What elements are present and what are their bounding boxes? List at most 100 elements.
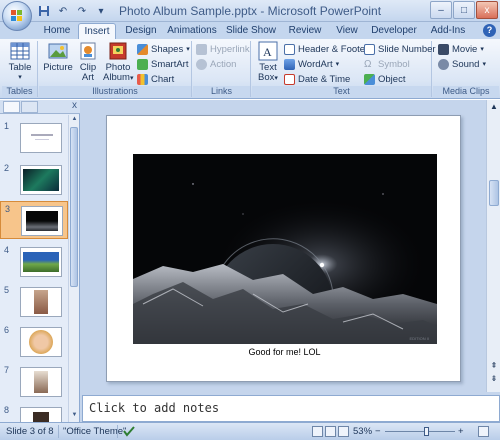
subtitle-line-shape bbox=[35, 139, 49, 140]
outline-tab-icon[interactable] bbox=[21, 101, 38, 113]
picture-button[interactable]: Picture bbox=[43, 41, 73, 73]
maximize-button[interactable]: □ bbox=[453, 1, 475, 19]
thumbnails-scrollbar[interactable]: ▲ ▼ bbox=[68, 115, 79, 422]
slide-thumb-6[interactable]: 6 bbox=[0, 323, 68, 361]
undo-icon[interactable]: ↶ bbox=[55, 3, 71, 19]
notes-pane[interactable]: Click to add notes bbox=[82, 395, 500, 422]
header-footer-button[interactable]: Header & Footer bbox=[284, 43, 368, 56]
slide-show-view-icon[interactable] bbox=[338, 426, 349, 437]
symbol-button[interactable]: Ω Symbol bbox=[364, 58, 410, 71]
sound-button[interactable]: Sound ▾ bbox=[438, 58, 486, 71]
scroll-down-icon[interactable]: ▼ bbox=[70, 412, 79, 421]
shapes-button[interactable]: Shapes ▾ bbox=[137, 43, 190, 56]
fit-to-window-icon[interactable] bbox=[478, 426, 489, 437]
action-button[interactable]: Action bbox=[196, 58, 236, 71]
slide-number-icon bbox=[364, 44, 375, 55]
office-logo-icon bbox=[11, 10, 23, 22]
tab-add-ins[interactable]: Add-Ins bbox=[428, 23, 468, 39]
normal-view-icon[interactable] bbox=[312, 426, 323, 437]
zoom-slider-knob[interactable] bbox=[424, 427, 429, 436]
close-button[interactable]: x bbox=[476, 1, 498, 19]
slide-photo[interactable]: EDITION II bbox=[133, 154, 437, 344]
photo-album-button[interactable]: Photo Album▾ bbox=[103, 41, 133, 84]
zoom-slider[interactable] bbox=[385, 431, 455, 432]
group-media-clips: Movie ▾ Sound ▾ Media Clips bbox=[433, 41, 499, 97]
slide-number-label: Slide Number bbox=[378, 44, 436, 55]
slide-thumb-number: 2 bbox=[4, 163, 10, 173]
slide-sorter-view-icon[interactable] bbox=[325, 426, 336, 437]
slide-caption[interactable]: Good for me! LOL bbox=[107, 347, 462, 357]
tab-home[interactable]: Home bbox=[38, 23, 76, 39]
next-slide-icon[interactable]: ⇟ bbox=[489, 374, 499, 383]
zoom-in-button[interactable]: + bbox=[458, 426, 464, 437]
slide-scrollbar[interactable]: ▲ ⇞ ⇟ bbox=[486, 100, 500, 392]
wordart-label: WordArt bbox=[298, 59, 333, 70]
office-button[interactable] bbox=[2, 1, 32, 31]
group-links: Hyperlink Action Links bbox=[193, 41, 251, 97]
group-tables: Table ▾ Tables bbox=[2, 41, 38, 97]
previous-slide-icon[interactable]: ⇞ bbox=[489, 361, 499, 370]
slide-thumb-7[interactable]: 7 bbox=[0, 363, 68, 401]
slide-thumb-4[interactable]: 4 bbox=[0, 243, 68, 281]
slide-thumb-8[interactable]: 8 bbox=[0, 403, 68, 422]
customize-qat-icon[interactable]: ▾ bbox=[93, 3, 109, 19]
ribbon: Table ▾ Tables Picture Clip Art Photo Al… bbox=[0, 39, 500, 99]
date-time-button[interactable]: Date & Time bbox=[284, 73, 350, 86]
hyperlink-button[interactable]: Hyperlink bbox=[196, 43, 250, 56]
scroll-up-icon[interactable]: ▲ bbox=[489, 102, 499, 111]
clip-art-button[interactable]: Clip Art bbox=[77, 41, 99, 83]
redo-icon[interactable]: ↷ bbox=[74, 3, 90, 19]
slide-thumb-1[interactable]: 1 bbox=[0, 119, 68, 157]
slide-thumb-number: 5 bbox=[4, 285, 10, 295]
tab-design[interactable]: Design bbox=[121, 23, 161, 39]
zoom-out-button[interactable]: − bbox=[375, 426, 381, 437]
slide-thumb-number: 8 bbox=[4, 405, 10, 415]
tab-developer[interactable]: Developer bbox=[368, 23, 420, 39]
text-box-label-2: Box▾ bbox=[255, 73, 281, 84]
text-box-icon: A bbox=[258, 41, 278, 61]
slide-thumb-number: 6 bbox=[4, 325, 10, 335]
tab-insert[interactable]: Insert bbox=[78, 23, 116, 39]
panel-close-icon[interactable]: x bbox=[72, 100, 77, 111]
smartart-button[interactable]: SmartArt bbox=[137, 58, 188, 71]
zoom-level[interactable]: 53% bbox=[353, 426, 372, 437]
slides-tab-icon[interactable] bbox=[3, 101, 20, 113]
save-icon[interactable] bbox=[36, 3, 52, 19]
slide-thumb-2[interactable]: 2 bbox=[0, 161, 68, 199]
tab-review[interactable]: Review bbox=[285, 23, 325, 39]
slide-thumb-number: 3 bbox=[5, 204, 11, 214]
title-line-shape bbox=[31, 134, 53, 136]
scroll-up-icon[interactable]: ▲ bbox=[70, 116, 79, 125]
chart-button[interactable]: Chart bbox=[137, 73, 174, 86]
wordart-button[interactable]: WordArt ▾ bbox=[284, 58, 339, 71]
text-box-button[interactable]: A Text Box▾ bbox=[255, 41, 281, 84]
slide-thumb-image bbox=[20, 367, 62, 397]
table-button[interactable]: Table ▾ bbox=[4, 41, 36, 83]
slide-thumb-3[interactable]: 3 bbox=[0, 201, 68, 239]
movie-button[interactable]: Movie ▾ bbox=[438, 43, 484, 56]
tab-animations[interactable]: Animations bbox=[167, 23, 217, 39]
photo-album-caret-icon: ▾ bbox=[129, 75, 134, 82]
space-picture bbox=[26, 211, 58, 231]
slide-canvas: EDITION II Good for me! LOL bbox=[82, 100, 486, 392]
object-button[interactable]: Object bbox=[364, 73, 405, 86]
spelling-check-icon[interactable] bbox=[122, 425, 136, 440]
table-icon bbox=[10, 41, 30, 61]
slide-thumb-number: 1 bbox=[4, 121, 10, 131]
group-media-clips-label: Media Clips bbox=[433, 86, 499, 97]
movie-caret-icon: ▾ bbox=[480, 46, 484, 53]
object-icon bbox=[364, 74, 375, 85]
current-slide[interactable]: EDITION II Good for me! LOL bbox=[106, 115, 461, 382]
status-bar: Slide 3 of 8 "Office Theme" 53% − + bbox=[0, 422, 500, 440]
tab-view[interactable]: View bbox=[332, 23, 362, 39]
hyperlink-icon bbox=[196, 44, 207, 55]
help-icon[interactable]: ? bbox=[483, 24, 496, 37]
minimize-button[interactable]: – bbox=[430, 1, 452, 19]
chart-label: Chart bbox=[151, 74, 175, 85]
slide-thumb-5[interactable]: 5 bbox=[0, 283, 68, 321]
slide-number-button[interactable]: Slide Number bbox=[364, 43, 436, 56]
scroll-thumb[interactable] bbox=[70, 127, 78, 287]
scroll-thumb[interactable] bbox=[489, 180, 499, 206]
object-label: Object bbox=[378, 74, 406, 85]
tab-slide-show[interactable]: Slide Show bbox=[224, 23, 278, 39]
